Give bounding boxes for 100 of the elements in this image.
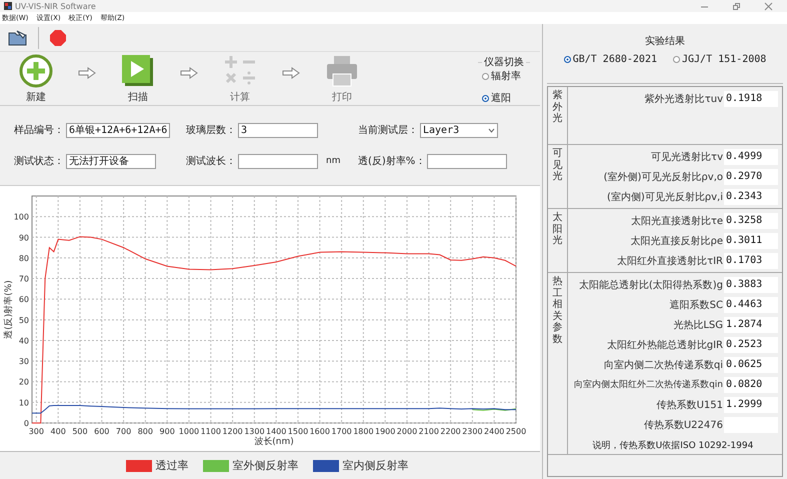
axis-tick-label: 600 <box>94 427 110 436</box>
layer-dropdown[interactable]: Layer3 <box>420 122 498 138</box>
group-label: 可见光 <box>548 145 568 208</box>
restore-icon[interactable] <box>732 2 741 10</box>
plus-circle-icon <box>19 54 53 88</box>
axis-tick-label: 300 <box>28 427 44 436</box>
group-label: 热工相关参数 <box>548 273 568 454</box>
play-icon <box>121 54 155 88</box>
result-label: 光热比LSG <box>673 318 723 332</box>
axis-tick-label: 2500 <box>506 427 526 436</box>
radio-option[interactable]: 辐射率 <box>482 69 526 83</box>
axis-tick-label: 80 <box>18 254 29 263</box>
result-value-field: 0.0625 <box>724 356 778 372</box>
field-label: 测试波长： <box>186 154 236 168</box>
axis-tick-label: 1700 <box>331 427 352 436</box>
result-value-field: 0.2523 <box>724 336 778 352</box>
folder-icon[interactable] <box>8 30 28 46</box>
result-value-field: 0.3258 <box>724 212 778 228</box>
input-field[interactable]: 6单银+12A+6+12A+6 <box>66 122 170 138</box>
arrow-icon <box>282 66 300 78</box>
radio-option[interactable]: 遮阳 <box>482 91 526 105</box>
axis-tick-label: 1600 <box>310 427 330 436</box>
radio-option[interactable]: GB/T 2680-2021 <box>564 54 657 65</box>
result-label: 向室内侧二次热传递系数qi <box>604 358 723 372</box>
axis-tick-label: 0 <box>24 419 29 428</box>
result-label: 遮阳系数SC <box>670 298 723 312</box>
result-label: (室内侧)可见光反射比ρv,i <box>606 190 723 204</box>
x-axis-title: 波长(nm) <box>254 437 294 447</box>
input-field[interactable] <box>427 154 508 168</box>
axis-tick-label: 30 <box>18 357 29 366</box>
axis-tick-label: 1900 <box>375 427 396 436</box>
caret-icon <box>488 128 495 132</box>
input-field[interactable]: 无法打开设备 <box>66 154 156 168</box>
step-button[interactable]: 新建 <box>12 54 60 104</box>
app-logo-icon <box>4 2 12 10</box>
input-field[interactable]: 3 <box>238 122 318 138</box>
result-value-field: 0.3011 <box>724 232 778 248</box>
result-value-field: 0.2970 <box>724 168 778 184</box>
result-label: 太阳红外直接透射比τIR <box>617 254 723 268</box>
result-label: 太阳光直接反射比ρe <box>630 234 723 248</box>
axis-tick-label: 1400 <box>266 427 286 436</box>
result-label: 可见光透射比τv <box>651 150 723 164</box>
legend-label: 室外侧反射率 <box>232 458 298 473</box>
axis-tick-label: 700 <box>116 427 132 436</box>
printer-icon <box>325 54 359 88</box>
close-icon[interactable] <box>764 2 773 10</box>
field-label: 测试状态： <box>14 154 64 168</box>
field-label: 玻璃层数： <box>186 124 236 137</box>
axis-tick-label: 2000 <box>396 427 418 436</box>
group-label: 紫外光 <box>548 87 568 144</box>
legend-label: 室内侧反射率 <box>342 458 408 473</box>
axis-tick-label: 10 <box>18 398 29 408</box>
result-label: 太阳光直接透射比τe <box>630 214 723 228</box>
stop-icon[interactable] <box>49 28 67 46</box>
axis-tick-label: 1200 <box>222 427 243 436</box>
field-label: 透(反)射率%： <box>358 154 426 168</box>
axis-tick-label: 800 <box>138 427 153 436</box>
result-value-field: 1.2874 <box>724 316 778 332</box>
result-label: 紫外光透射比τuv <box>644 92 723 106</box>
axis-tick-label: 2300 <box>462 427 483 436</box>
result-value-field: 0.0820 <box>724 376 778 392</box>
result-value-field: 0.4463 <box>724 296 778 312</box>
field-label: 当前测试层： <box>358 124 418 137</box>
axis-tick-label: 500 <box>72 427 88 436</box>
result-label: 传热系数U151 <box>656 398 723 412</box>
result-label: 传热系数U22476 <box>644 418 723 432</box>
step-button[interactable]: 扫描 <box>114 54 162 104</box>
result-label: 太阳红外热能总透射比gIR <box>606 338 723 352</box>
note-text: 说明，传热系数U依据ISO 10292-1994 <box>592 440 754 452</box>
unit-label: nm <box>326 156 340 166</box>
field-label: 样品编号： <box>14 124 64 137</box>
axis-tick-label: 2400 <box>484 427 504 436</box>
window-title: UV-VIS-NIR Software <box>15 2 97 10</box>
axis-tick-label: 1800 <box>353 427 374 436</box>
result-value-field: 1.2999 <box>724 396 778 412</box>
group-title: 仪器切换 <box>483 56 525 69</box>
axis-tick-label: 20 <box>18 378 29 387</box>
result-value-field: 0.3883 <box>724 276 778 292</box>
axis-tick-label: 1000 <box>178 427 200 436</box>
result-label: (室外侧)可见光反射比ρv,o <box>604 170 723 184</box>
result-value-field: 0.1703 <box>724 252 778 268</box>
arrow-icon <box>180 66 198 78</box>
axis-tick-label: 2200 <box>440 427 461 436</box>
axis-tick-label: 900 <box>160 427 175 436</box>
radio-button[interactable] <box>564 56 571 63</box>
axis-tick-label: 40 <box>18 336 29 346</box>
radio-button[interactable] <box>482 72 489 80</box>
result-value-field: 0.2343 <box>724 188 778 204</box>
panel-title: 实验结果 <box>645 34 685 48</box>
radio-option[interactable]: JGJ/T 151-2008 <box>673 54 766 65</box>
axis-tick-label: 1100 <box>200 427 221 436</box>
radio-button[interactable] <box>673 56 680 63</box>
axis-tick-label: 400 <box>50 427 66 436</box>
axis-tick-label: 60 <box>18 295 29 304</box>
calculator-signs-icon <box>223 54 257 88</box>
axis-tick-label: 100 <box>14 212 29 222</box>
input-field[interactable] <box>238 154 318 168</box>
result-value-field: 0.1918 <box>724 90 778 106</box>
arrow-icon <box>78 66 96 78</box>
radio-button[interactable] <box>482 94 489 102</box>
